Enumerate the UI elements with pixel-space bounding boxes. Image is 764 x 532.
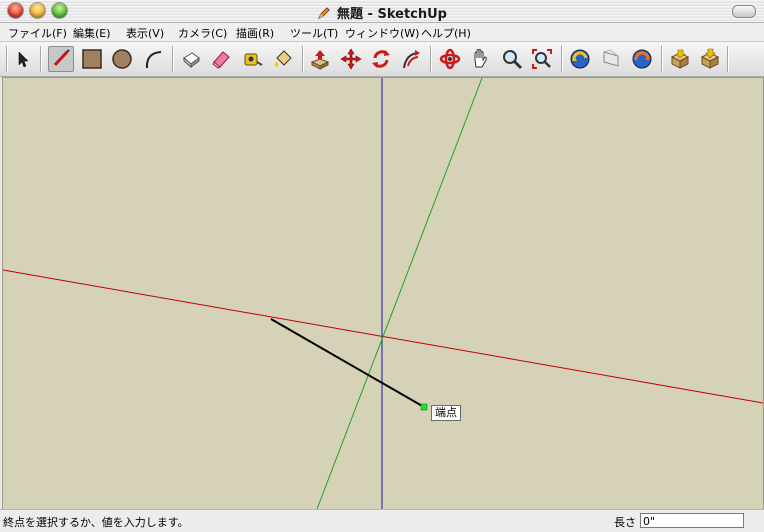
viewport-canvas[interactable]: [3, 78, 763, 509]
toolbar-separator: [561, 46, 562, 72]
sketchup-window: 無題 - SketchUp ファイル(F) 編集(E) 表示(V) カメラ(C)…: [0, 0, 764, 532]
drawing-viewport[interactable]: 端点: [2, 77, 764, 510]
toolbar-separator: [661, 46, 662, 72]
menu-bar: ファイル(F) 編集(E) 表示(V) カメラ(C) 描画(R) ツール(T) …: [0, 23, 764, 42]
menu-window[interactable]: ウィンドウ(W): [345, 25, 419, 41]
section-plane-icon[interactable]: [629, 46, 655, 72]
make-component-icon[interactable]: [178, 46, 204, 72]
orbit-icon[interactable]: [437, 46, 463, 72]
arc-tool-icon[interactable]: [140, 46, 166, 72]
pencil-document-icon: [317, 6, 331, 24]
menu-tools[interactable]: ツール(T): [290, 25, 338, 41]
toolbar-separator: [40, 46, 41, 72]
line-tool-icon[interactable]: [48, 46, 74, 72]
window-title-area: 無題 - SketchUp: [0, 3, 764, 24]
zoom-extents-icon[interactable]: [529, 46, 555, 72]
status-message: 終点を選択するか、値を入力します。: [3, 516, 189, 529]
toolbar-separator: [172, 46, 173, 72]
paint-bucket-icon[interactable]: [270, 46, 296, 72]
zoom-icon[interactable]: [499, 46, 525, 72]
measurements-input[interactable]: 0": [640, 513, 744, 528]
inference-tooltip: 端点: [431, 405, 461, 421]
toolbar-separator: [430, 46, 431, 72]
follow-me-icon[interactable]: [398, 46, 424, 72]
toolbar-toggle-button[interactable]: [732, 5, 756, 18]
rotate-icon[interactable]: [368, 46, 394, 72]
main-toolbar: [0, 42, 764, 77]
menu-camera[interactable]: カメラ(C): [178, 25, 227, 41]
push-pull-icon[interactable]: [307, 46, 333, 72]
window-title: 無題 - SketchUp: [337, 7, 447, 22]
toolbar-separator: [302, 46, 303, 72]
next-view-icon[interactable]: [598, 46, 624, 72]
move-icon[interactable]: [338, 46, 364, 72]
toolbar-separator: [727, 46, 728, 72]
drawn-line-edge[interactable]: [270, 318, 425, 408]
select-tool-icon[interactable]: [10, 46, 36, 72]
menu-help[interactable]: ヘルプ(H): [421, 25, 471, 41]
status-bar: 終点を選択するか、値を入力します。 長さ 0": [0, 509, 764, 532]
menu-draw[interactable]: 描画(R): [236, 25, 274, 41]
endpoint-inference-marker: [420, 403, 428, 411]
menu-view[interactable]: 表示(V): [126, 25, 164, 41]
share-model-icon[interactable]: [697, 46, 723, 72]
toolbar-separator: [6, 46, 7, 72]
measurements-label: 長さ: [614, 516, 636, 529]
menu-file[interactable]: ファイル(F): [8, 25, 67, 41]
menu-edit[interactable]: 編集(E): [73, 25, 111, 41]
get-models-icon[interactable]: [667, 46, 693, 72]
circle-tool-icon[interactable]: [109, 46, 135, 72]
pan-icon[interactable]: [467, 46, 493, 72]
rectangle-tool-icon[interactable]: [79, 46, 105, 72]
tape-measure-icon[interactable]: [240, 46, 266, 72]
eraser-icon[interactable]: [208, 46, 234, 72]
title-bar[interactable]: 無題 - SketchUp: [0, 0, 764, 23]
previous-view-icon[interactable]: [567, 46, 593, 72]
green-axis: [316, 78, 483, 509]
